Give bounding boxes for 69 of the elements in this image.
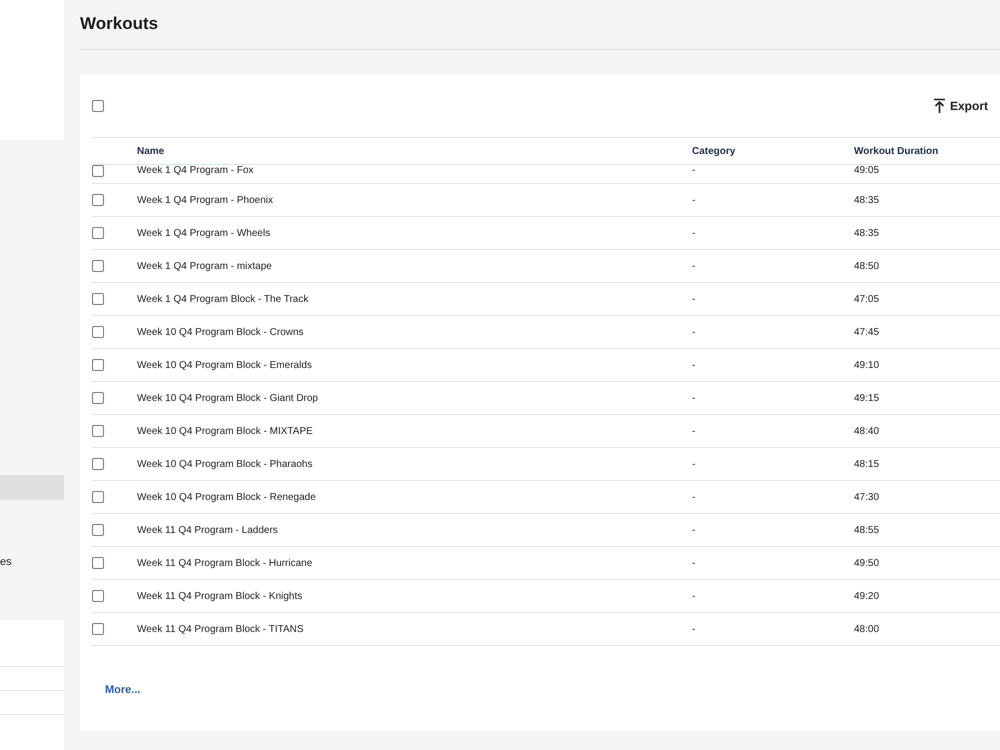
table-cell-text: 48:35 bbox=[854, 228, 880, 238]
upload-icon bbox=[932, 98, 946, 114]
table-cell-text: - bbox=[692, 524, 696, 536]
table-cell-text: 48:15 bbox=[854, 458, 880, 470]
table-cell-text: 48:50 bbox=[854, 260, 880, 272]
table-cell-text: - bbox=[692, 426, 696, 436]
table-cell-text: 47:05 bbox=[854, 294, 880, 304]
column-header[interactable]: Category bbox=[692, 146, 854, 156]
table-cell-text: 49:15 bbox=[854, 392, 880, 404]
row-checkbox[interactable] bbox=[92, 557, 104, 569]
table-cell-text: Week 10 Q4 Program Block - Renegade bbox=[137, 492, 317, 502]
table-cell-text: Week 11 Q4 Program Block - TITANS bbox=[137, 624, 305, 634]
table-cell-text: Week 10 Q4 Program Block - Emeralds bbox=[137, 360, 313, 370]
table-cell-text: 48:00 bbox=[854, 624, 880, 634]
table-cell-text: - bbox=[692, 194, 696, 206]
row-checkbox[interactable] bbox=[92, 458, 104, 470]
table-cell-text: 49:05 bbox=[854, 165, 880, 176]
table-cell-text: 47:45 bbox=[854, 326, 880, 338]
table-cell-text: - bbox=[692, 590, 696, 602]
table-cell-text: Week 1 Q4 Program - Fox bbox=[137, 165, 255, 176]
row-checkbox[interactable] bbox=[92, 491, 104, 503]
table-cell-text: 49:20 bbox=[854, 590, 880, 602]
row-checkbox[interactable] bbox=[92, 326, 104, 338]
export-button[interactable]: Export bbox=[928, 94, 1000, 118]
table-cell-text: 48:35 bbox=[854, 194, 880, 206]
row-checkbox[interactable] bbox=[92, 392, 104, 404]
table-cell-text: Week 11 Q4 Program - Ladders bbox=[137, 524, 279, 536]
table-cell-text: Week 1 Q4 Program - mixtape bbox=[137, 260, 273, 272]
table-cell-text: 49:10 bbox=[854, 360, 880, 370]
table-cell-text: - bbox=[692, 294, 696, 304]
row-checkbox[interactable] bbox=[92, 293, 104, 305]
sidebar-item[interactable]: es bbox=[0, 556, 12, 570]
table-cell-text: 48:55 bbox=[854, 524, 880, 536]
table-cell-text: 47:30 bbox=[854, 492, 880, 502]
table-cell-text: Week 11 Q4 Program Block - Hurricane bbox=[137, 558, 314, 568]
row-checkbox[interactable] bbox=[92, 359, 104, 371]
table-cell-text: 48:40 bbox=[854, 426, 880, 436]
table-cell-text: - bbox=[692, 392, 696, 404]
table-cell-text: Week 10 Q4 Program Block - Crowns bbox=[137, 326, 305, 338]
table-cell-text: Week 1 Q4 Program Block - The Track bbox=[137, 294, 310, 304]
table-cell-text: Week 1 Q4 Program - Phoenix bbox=[137, 194, 274, 206]
table-cell-text: - bbox=[692, 228, 696, 238]
table-cell-text: - bbox=[692, 260, 696, 272]
row-checkbox[interactable] bbox=[92, 194, 104, 206]
table-cell-text: - bbox=[692, 558, 696, 568]
row-checkbox[interactable] bbox=[92, 227, 104, 239]
row-checkbox[interactable] bbox=[92, 590, 104, 602]
row-checkbox[interactable] bbox=[92, 165, 104, 177]
table-cell-text: Week 10 Q4 Program Block - Giant Drop bbox=[137, 392, 319, 404]
table-cell-text: - bbox=[692, 165, 696, 176]
page-title: Workouts bbox=[80, 14, 158, 35]
column-header[interactable]: Workout Duration bbox=[854, 146, 1000, 156]
row-checkbox[interactable] bbox=[92, 623, 104, 635]
more-link[interactable]: More... bbox=[105, 684, 140, 696]
table-cell-text: - bbox=[692, 326, 696, 338]
row-checkbox[interactable] bbox=[92, 524, 104, 536]
table-cell-text: - bbox=[692, 458, 696, 470]
table-cell-text: Week 11 Q4 Program Block - Knights bbox=[137, 590, 304, 602]
row-checkbox[interactable] bbox=[92, 425, 104, 437]
table-cell-text: - bbox=[692, 360, 696, 370]
table-cell-text: - bbox=[692, 492, 696, 502]
column-header[interactable]: Name bbox=[137, 146, 692, 156]
row-checkbox[interactable] bbox=[92, 260, 104, 272]
table-cell-text: Week 1 Q4 Program - Wheels bbox=[137, 228, 272, 238]
table-cell-text: Week 10 Q4 Program Block - Pharaohs bbox=[137, 458, 314, 470]
table-cell-text: Week 10 Q4 Program Block - MIXTAPE bbox=[137, 426, 314, 436]
table-cell-text: 49:50 bbox=[854, 558, 880, 568]
select-all-checkbox[interactable] bbox=[92, 100, 104, 112]
table-cell-text: - bbox=[692, 624, 696, 634]
